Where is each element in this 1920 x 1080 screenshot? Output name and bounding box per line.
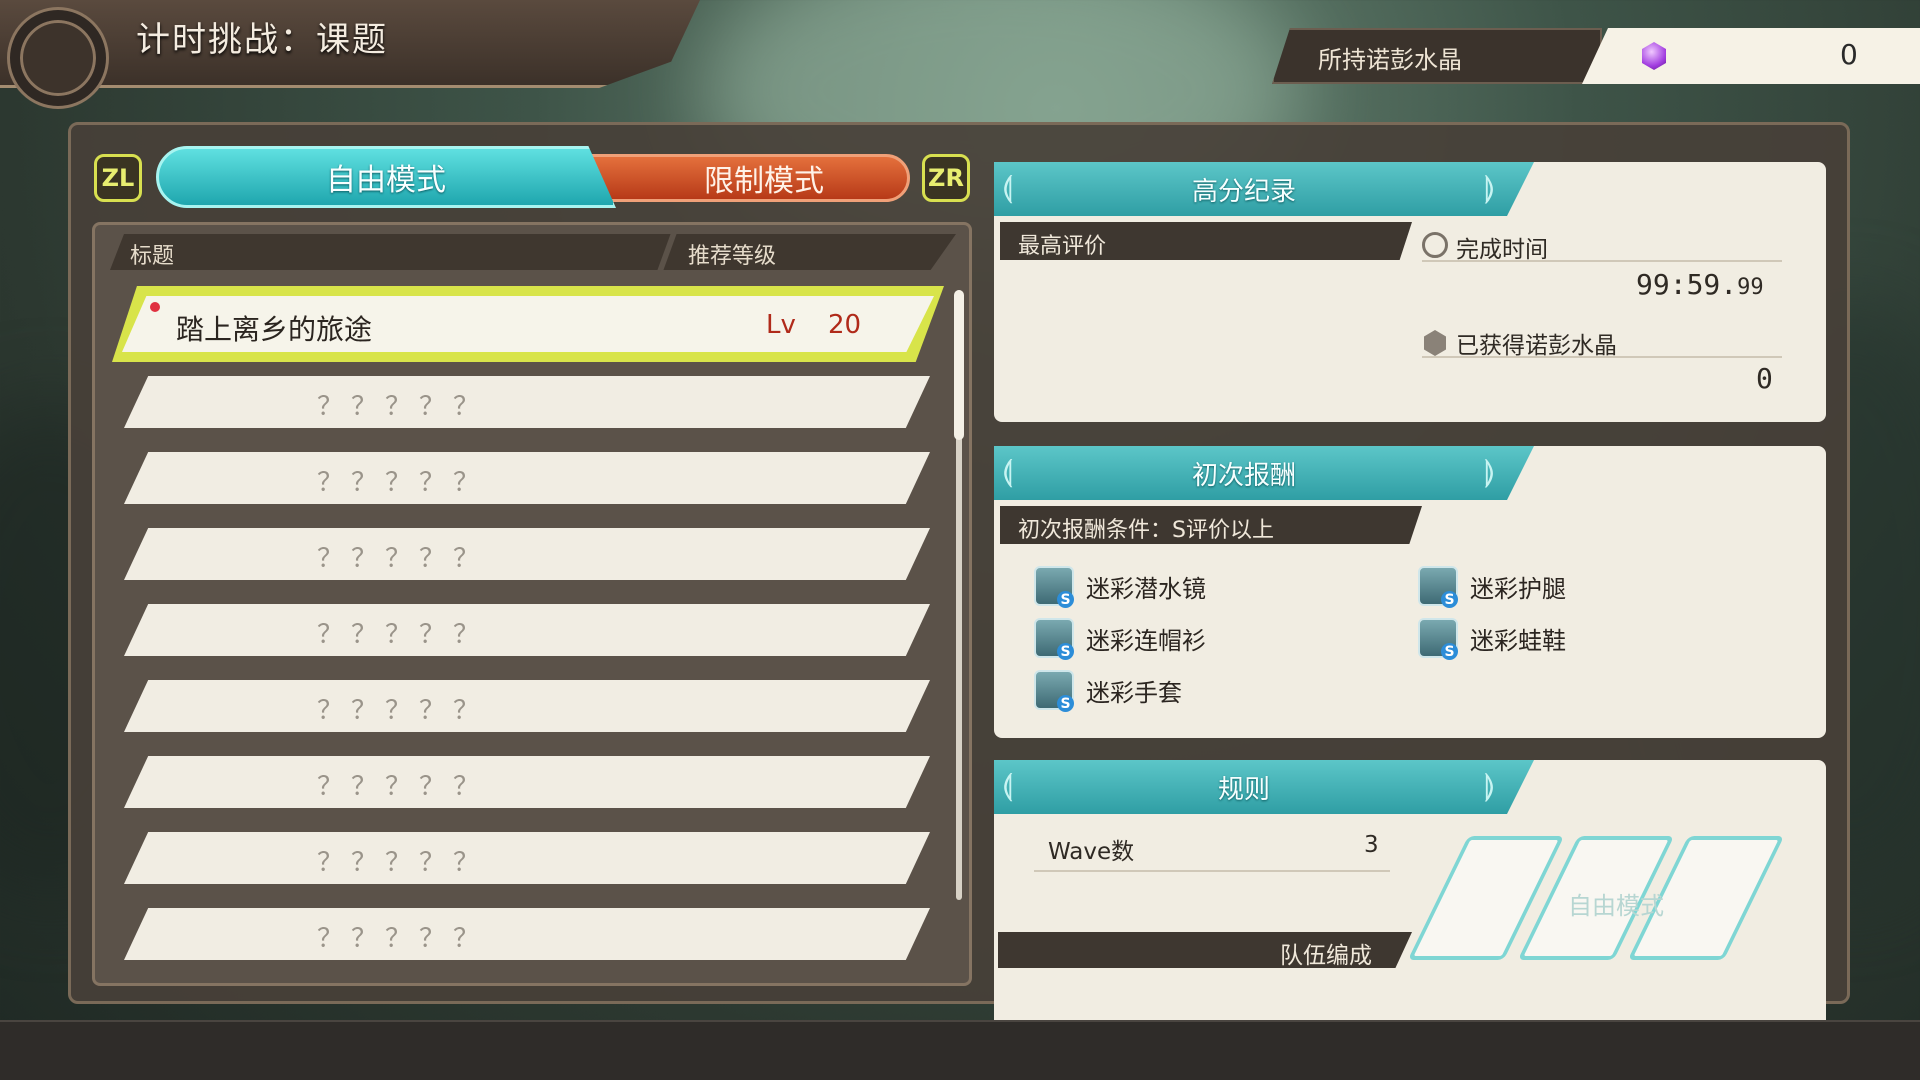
reward-item: 迷彩蛙鞋 [1418, 618, 1566, 660]
quest-level-value: 20 [828, 310, 862, 340]
quest-row-locked[interactable]: ？？？？？ [124, 680, 930, 732]
title-ring-emblem [10, 10, 106, 106]
reward-item: 迷彩连帽衫 [1034, 618, 1206, 660]
best-rating-strip: 最高评价 [1000, 222, 1412, 260]
first-reward-card: 初次报酬 ⟬ ⟭ 初次报酬条件：S评价以上 迷彩潜水镜 迷彩护腿 迷彩连帽衫 迷… [994, 446, 1826, 738]
clear-time-label: 完成时间 [1456, 237, 1548, 263]
zr-button-icon[interactable]: ZR [922, 154, 970, 202]
flippers-icon [1418, 618, 1458, 660]
rules-heading: 规则 [1217, 774, 1270, 805]
highscore-heading-bar: 高分纪录 [994, 162, 1534, 216]
ornament-right-icon: ⟭ [1484, 170, 1496, 205]
reward-item-name: 迷彩潜水镜 [1086, 574, 1206, 603]
tab-limited-mode[interactable]: 限制模式 [588, 154, 910, 202]
reward-heading-bar: 初次报酬 [994, 446, 1534, 500]
divider-line [1034, 870, 1390, 872]
column-title: 标题 [130, 244, 175, 269]
crystals-obtained-label: 已获得诺彭水晶 [1456, 333, 1617, 359]
goggles-icon [1034, 566, 1074, 608]
clear-time-fraction: 99 [1737, 275, 1764, 300]
mode-deco-text: 自由模式 [1568, 892, 1664, 920]
locked-quest-label: ？？？？？ [316, 468, 487, 498]
crystal-count: 0 [1840, 38, 1858, 71]
tab-free-mode[interactable]: 自由模式 [156, 146, 616, 208]
quest-row-locked[interactable]: ？？？？？ [124, 756, 930, 808]
column-recommended-level: 推荐等级 [688, 244, 777, 269]
quest-list-header [110, 234, 956, 270]
new-indicator-dot [150, 302, 160, 312]
locked-quest-label: ？？？？？ [316, 544, 487, 574]
rules-heading-bar: 规则 [994, 760, 1534, 814]
reward-condition: 初次报酬条件：S评价以上 [1018, 518, 1274, 543]
ornament-left-icon: ⟬ [1002, 454, 1014, 489]
divider-line [1422, 356, 1782, 358]
tab-free-label: 自由模式 [326, 163, 446, 198]
scrollbar-thumb[interactable] [954, 290, 964, 440]
quest-row-locked[interactable]: ？？？？？ [124, 376, 930, 428]
page-title: 计时挑战：课题 [136, 20, 388, 60]
clear-time-main: 99:59. [1636, 268, 1738, 301]
reward-heading: 初次报酬 [1191, 460, 1296, 491]
gloves-icon [1034, 670, 1074, 712]
ornament-right-icon: ⟭ [1484, 768, 1496, 803]
reward-condition-strip: 初次报酬条件：S评价以上 [1000, 506, 1422, 544]
reward-item-name: 迷彩蛙鞋 [1470, 626, 1566, 655]
quest-name: 踏上离乡的旅途 [176, 313, 373, 346]
reward-item-name: 迷彩护腿 [1470, 574, 1566, 603]
quest-row-locked[interactable]: ？？？？？ [124, 908, 930, 960]
clear-time-value: 99:59.99 [1636, 268, 1764, 301]
locked-quest-label: ？？？？？ [316, 772, 487, 802]
crystal-value-box [1582, 28, 1920, 84]
stopwatch-icon [1422, 232, 1448, 258]
quest-row-locked[interactable]: ？？？？？ [124, 604, 930, 656]
quest-level-label: Lv [766, 310, 796, 340]
ornament-left-icon: ⟬ [1002, 768, 1014, 803]
locked-quest-label: ？？？？？ [316, 392, 487, 422]
tab-limited-label: 限制模式 [704, 164, 824, 199]
quest-row-locked[interactable]: ？？？？？ [124, 452, 930, 504]
locked-quest-label: ？？？？？ [316, 696, 487, 726]
reward-item: 迷彩潜水镜 [1034, 566, 1206, 608]
hoodie-icon [1034, 618, 1074, 660]
highscore-card: 高分纪录 ⟬ ⟭ 最高评价 完成时间 99:59.99 已获得诺彭水晶 0 [994, 162, 1826, 422]
zl-button-icon[interactable]: ZL [94, 154, 142, 202]
highscore-heading: 高分纪录 [1191, 176, 1296, 207]
crystal-label: 所持诺彭水晶 [1318, 46, 1462, 74]
locked-quest-label: ？？？？？ [316, 620, 487, 650]
reward-item-name: 迷彩手套 [1086, 678, 1182, 707]
crystal-small-icon [1424, 330, 1446, 356]
party-formation-label: 队伍编成 [1280, 943, 1372, 969]
wave-count-value: 3 [1364, 832, 1379, 858]
reward-item: 迷彩手套 [1034, 670, 1182, 712]
crystal-counter: 所持诺彭水晶 0 [1272, 28, 1920, 84]
locked-quest-label: ？？？？？ [316, 924, 487, 954]
quest-row-locked[interactable]: ？？？？？ [124, 528, 930, 580]
ornament-right-icon: ⟭ [1484, 454, 1496, 489]
wave-count-label: Wave数 [1048, 839, 1135, 865]
crystals-obtained-value: 0 [1756, 362, 1773, 395]
quest-row-locked[interactable]: ？？？？？ [124, 832, 930, 884]
locked-quest-label: ？？？？？ [316, 848, 487, 878]
reward-item: 迷彩护腿 [1418, 566, 1566, 608]
best-rating-label: 最高评价 [1018, 234, 1107, 259]
divider-line [1422, 260, 1782, 262]
reward-item-name: 迷彩连帽衫 [1086, 626, 1206, 655]
leg-armor-icon [1418, 566, 1458, 608]
ornament-left-icon: ⟬ [1002, 170, 1014, 205]
bottom-bar [0, 1020, 1920, 1080]
